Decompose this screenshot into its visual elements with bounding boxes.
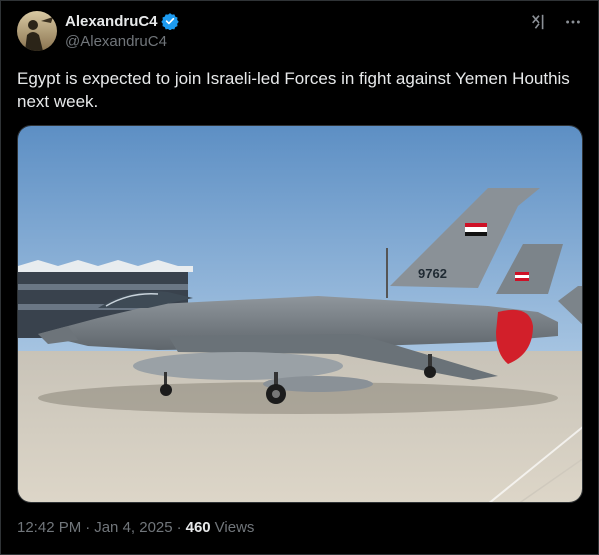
author-handle[interactable]: @AlexandruC4	[65, 33, 167, 50]
author-name-row: AlexandruC4	[65, 12, 179, 31]
meta-separator: ·	[85, 519, 91, 536]
views-count[interactable]: 460	[186, 519, 211, 536]
post-text: Egypt is expected to join Israeli-led Fo…	[17, 69, 570, 111]
meta-separator: ·	[176, 519, 182, 536]
author-display-name[interactable]: AlexandruC4	[65, 13, 158, 30]
tail-number: 9762	[418, 266, 447, 281]
views-label: Views	[214, 519, 255, 536]
verified-badge-icon[interactable]	[160, 12, 179, 31]
tweet-card: AlexandruC4 @AlexandruC4 Egypt is expect…	[0, 0, 599, 555]
more-options-icon[interactable]	[562, 11, 584, 33]
post-image[interactable]: 9762	[17, 125, 583, 503]
post-time[interactable]: 12:42 PM	[17, 519, 81, 536]
grok-icon[interactable]	[528, 11, 550, 33]
post-date[interactable]: Jan 4, 2025	[94, 519, 172, 536]
post-meta: 12:42 PM · Jan 4, 2025 · 460 Views	[17, 519, 254, 536]
avatar[interactable]	[17, 11, 57, 51]
top-actions	[528, 11, 584, 33]
